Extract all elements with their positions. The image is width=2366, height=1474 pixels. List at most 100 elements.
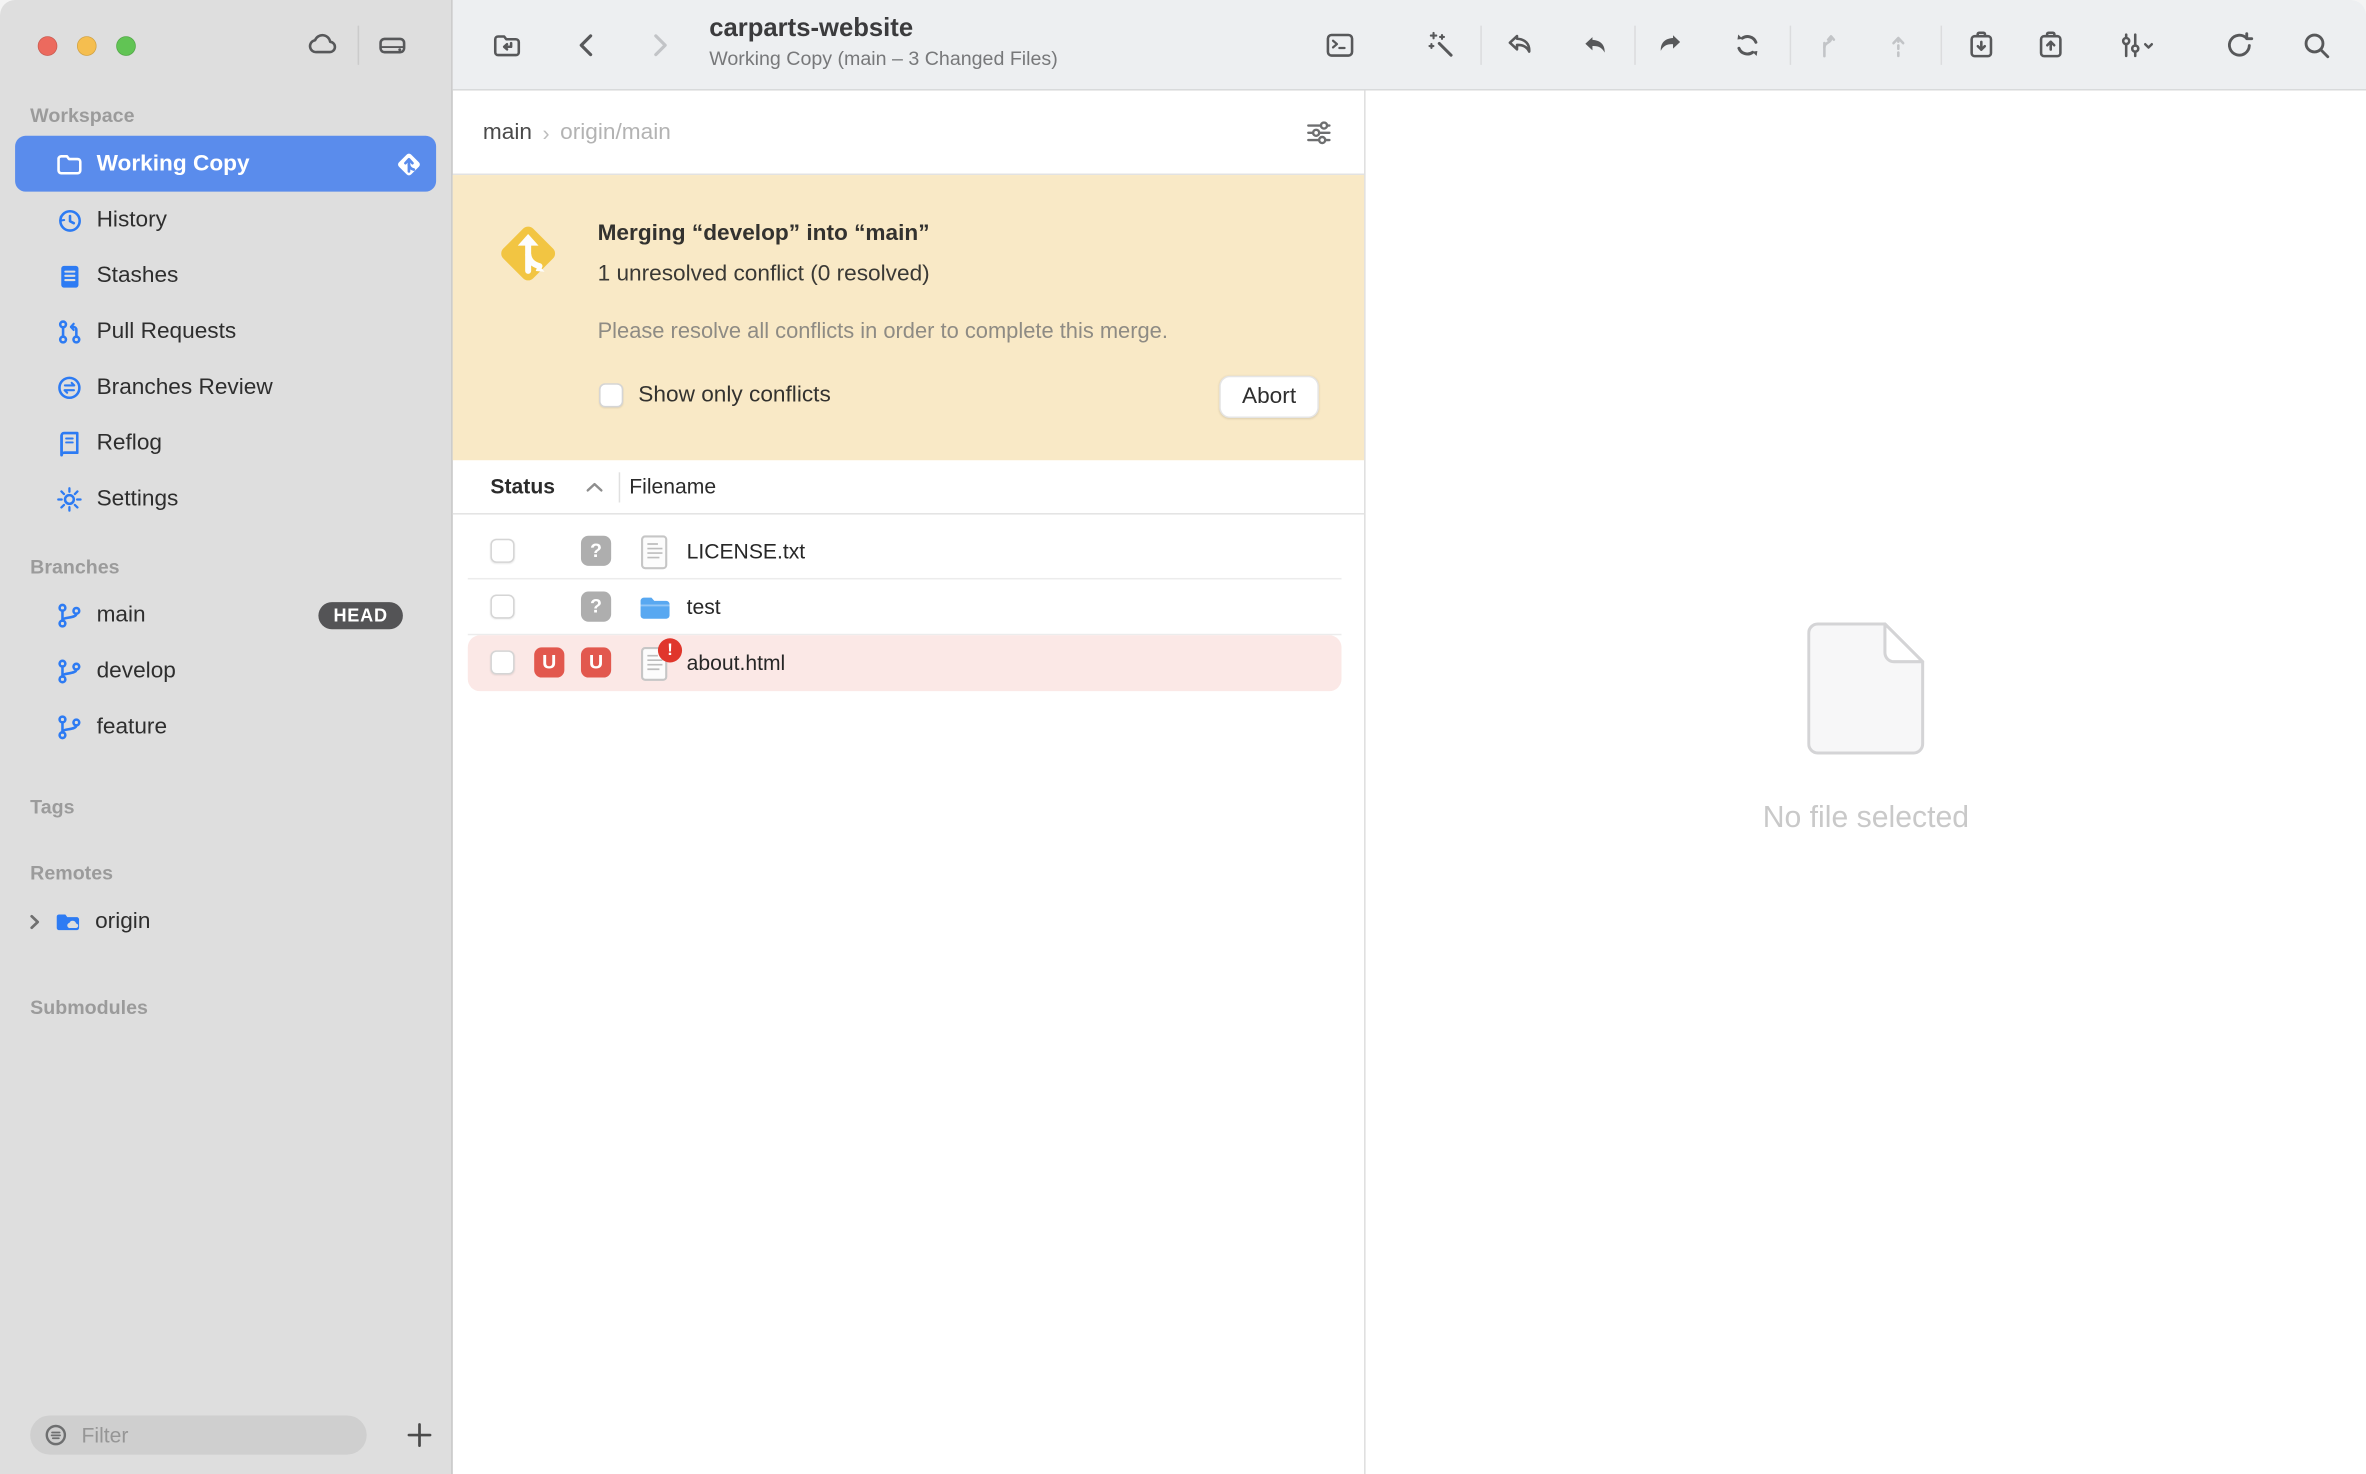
empty-document-icon (1807, 622, 1925, 755)
merge-banner-conflict-count: 1 unresolved conflict (0 resolved) (598, 260, 930, 290)
disclosure-chevron-icon[interactable] (24, 911, 45, 932)
show-only-conflicts-checkbox[interactable] (599, 383, 623, 407)
submodules-section-header: Submodules (0, 994, 451, 1021)
status-column-header[interactable]: Status (490, 474, 555, 498)
filename-column-header[interactable]: Filename (629, 474, 716, 498)
abort-merge-button[interactable]: Abort (1219, 376, 1319, 418)
file-row-about-conflicted[interactable]: U U ! about.html (453, 635, 1364, 691)
sidebar-item-history[interactable]: History (15, 192, 436, 248)
show-only-conflicts-label[interactable]: Show only conflicts (638, 380, 830, 410)
fetch-icon[interactable] (1503, 29, 1536, 62)
merge-banner-title: Merging “develop” into “main” (598, 219, 930, 249)
stage-checkbox[interactable] (490, 539, 514, 563)
titlebar-left (0, 0, 451, 91)
workspace-section-header: Workspace (0, 103, 451, 130)
breadcrumb-separator: › (543, 120, 550, 144)
branch-label: feature (97, 714, 167, 740)
filter-input[interactable] (78, 1421, 354, 1448)
remotes-section-header: Remotes (0, 860, 451, 887)
history-clock-icon (54, 204, 84, 234)
sidebar-branch-main[interactable]: main HEAD (15, 587, 436, 643)
sidebar-item-label: Working Copy (97, 151, 250, 177)
merge-branch-icon[interactable] (1811, 29, 1844, 62)
merge-diamond-icon (492, 217, 564, 289)
sort-caret-up-icon (585, 481, 603, 493)
stash-save-icon[interactable] (1965, 29, 1998, 62)
sidebar-item-label: Reflog (97, 430, 162, 456)
sidebar-item-branches-review[interactable]: Branches Review (15, 359, 436, 415)
branches-review-icon (54, 372, 84, 402)
push-icon[interactable] (1654, 29, 1687, 62)
minimize-button[interactable] (77, 36, 97, 56)
file-row-license[interactable]: ? LICENSE.txt (453, 524, 1364, 580)
cloud-icon[interactable] (306, 29, 339, 62)
toolbar: carparts-website Working Copy (main – 3 … (453, 0, 2366, 91)
app-window-stage: Workspace Working Copy History Stashes P… (0, 0, 2366, 1474)
unmerged-status-badge: U (581, 647, 611, 677)
branch-label: main (97, 602, 146, 628)
file-detail-panel: No file selected (1366, 91, 2366, 1474)
local-drive-icon[interactable] (376, 29, 409, 62)
sidebar-item-working-copy[interactable]: Working Copy (15, 136, 436, 192)
pull-request-icon (54, 316, 84, 346)
toolbar-separator (1634, 26, 1636, 65)
merge-conflict-banner: Merging “develop” into “main” 1 unresolv… (453, 175, 1364, 460)
filter-field[interactable] (30, 1415, 367, 1454)
search-icon[interactable] (2300, 29, 2333, 62)
repo-subtitle: Working Copy (main – 3 Changed Files) (709, 45, 1058, 71)
zoom-button[interactable] (116, 36, 136, 56)
sidebar: Workspace Working Copy History Stashes P… (0, 0, 453, 1474)
reflog-book-icon (54, 428, 84, 458)
graph-options-sliders-icon[interactable] (2113, 29, 2155, 62)
git-branch-icon (54, 600, 84, 630)
toolbar-separator (1941, 26, 1943, 65)
git-branch-icon (54, 656, 84, 686)
breadcrumb-branch[interactable]: main (483, 119, 532, 145)
remote-folder-cloud-icon (53, 906, 83, 936)
forward-chevron-icon[interactable] (643, 29, 676, 62)
filename: LICENSE.txt (687, 524, 806, 580)
filter-icon (44, 1423, 68, 1447)
sidebar-branch-feature[interactable]: feature (15, 699, 436, 755)
titlebar-separator (358, 26, 360, 65)
sidebar-item-reflog[interactable]: Reflog (15, 415, 436, 471)
gear-icon (54, 484, 84, 514)
fork-window: Workspace Working Copy History Stashes P… (0, 0, 2366, 1474)
quick-launch-wand-icon[interactable] (1424, 29, 1457, 62)
conflict-exclamation-icon: ! (658, 638, 682, 662)
rebase-dashed-arrow-icon[interactable] (1882, 29, 1915, 62)
branch-label: develop (97, 658, 176, 684)
repo-title: carparts-website (709, 12, 1058, 45)
main-column: carparts-website Working Copy (main – 3 … (453, 0, 2366, 1474)
sidebar-branch-develop[interactable]: develop (15, 643, 436, 699)
unmerged-status-badge: U (534, 647, 564, 677)
back-chevron-icon[interactable] (570, 29, 603, 62)
sync-icon[interactable] (1731, 29, 1764, 62)
add-repository-button[interactable] (398, 1414, 440, 1456)
toolbar-separator (1480, 26, 1482, 65)
stage-checkbox[interactable] (490, 650, 514, 674)
sidebar-item-label: Branches Review (97, 374, 273, 400)
file-row-test[interactable]: ? test (453, 579, 1364, 635)
filename: test (687, 579, 721, 635)
stash-clipboard-icon (54, 260, 84, 290)
pull-icon[interactable] (1578, 29, 1611, 62)
stash-apply-icon[interactable] (2034, 29, 2067, 62)
repo-title-block: carparts-website Working Copy (main – 3 … (709, 12, 1058, 71)
sidebar-item-settings[interactable]: Settings (15, 471, 436, 527)
breadcrumb-upstream[interactable]: origin/main (560, 119, 671, 145)
sidebar-item-stashes[interactable]: Stashes (15, 247, 436, 303)
sidebar-item-pull-requests[interactable]: Pull Requests (15, 303, 436, 359)
terminal-icon[interactable] (1323, 29, 1356, 62)
refresh-icon[interactable] (2223, 29, 2256, 62)
open-repository-icon[interactable] (490, 29, 523, 62)
view-options-sliders-icon[interactable] (1304, 117, 1334, 147)
stage-checkbox[interactable] (490, 595, 514, 619)
remote-label: origin (95, 908, 150, 934)
close-button[interactable] (38, 36, 58, 56)
toolbar-separator (1790, 26, 1792, 65)
sidebar-remote-origin[interactable]: origin (15, 893, 436, 949)
tags-section-header: Tags (0, 794, 451, 821)
sidebar-item-label: Settings (97, 486, 179, 512)
changes-list-panel: main › origin/main Merging “develop” int… (453, 91, 1366, 1474)
